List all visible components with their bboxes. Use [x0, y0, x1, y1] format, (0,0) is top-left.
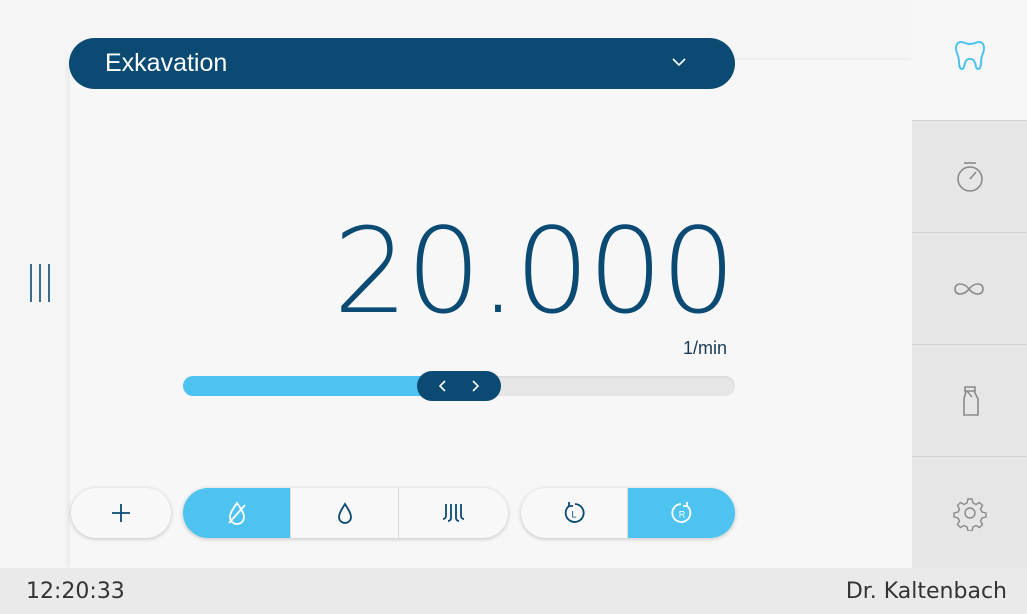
- chevron-left-icon: [438, 380, 446, 392]
- stopwatch-icon: [956, 161, 983, 192]
- spray-bottle-icon: [962, 385, 979, 416]
- slider-thumb[interactable]: [417, 371, 501, 401]
- coolant-water-button[interactable]: [291, 488, 399, 538]
- rotate-right-icon: R: [670, 502, 691, 523]
- spray-icon: [442, 504, 464, 522]
- sidebar: [912, 0, 1027, 568]
- speed-value: 20.000: [333, 202, 736, 340]
- drag-handle-icon[interactable]: [27, 262, 53, 304]
- speed-unit: 1/min: [682, 338, 727, 358]
- tab-settings[interactable]: [912, 456, 1027, 568]
- rotate-right-label: R: [678, 510, 685, 520]
- rotate-left-icon: L: [564, 502, 585, 523]
- chevron-right-icon: [472, 380, 480, 392]
- status-time: 12:20:33: [26, 578, 125, 604]
- rotate-left-button[interactable]: L: [521, 488, 628, 538]
- chevron-down-icon: [672, 58, 686, 67]
- plus-icon: [112, 504, 130, 522]
- program-select[interactable]: Exkavation: [69, 38, 735, 89]
- status-user: Dr. Kaltenbach: [845, 578, 1007, 604]
- rotate-left-label: L: [571, 510, 576, 520]
- tooth-icon: [954, 40, 985, 71]
- coolant-group: [183, 488, 508, 538]
- program-label: Exkavation: [105, 49, 228, 77]
- tab-infinity[interactable]: [912, 232, 1027, 344]
- tab-treatment[interactable]: [912, 0, 1027, 120]
- direction-group: L R: [521, 488, 735, 538]
- water-drop-icon: [337, 502, 352, 524]
- tab-hygiene[interactable]: [912, 344, 1027, 456]
- no-water-icon: [227, 501, 246, 525]
- status-bar: 12:20:33 Dr. Kaltenbach: [0, 568, 1027, 614]
- coolant-off-button[interactable]: [183, 488, 291, 538]
- tab-timer[interactable]: [912, 120, 1027, 232]
- gear-icon: [952, 497, 987, 531]
- add-button[interactable]: [71, 488, 171, 538]
- coolant-spray-button[interactable]: [399, 488, 508, 538]
- rotate-right-button[interactable]: R: [628, 488, 735, 538]
- add-segment[interactable]: [71, 488, 171, 538]
- infinity-icon: [953, 282, 984, 295]
- speed-slider[interactable]: [183, 371, 735, 401]
